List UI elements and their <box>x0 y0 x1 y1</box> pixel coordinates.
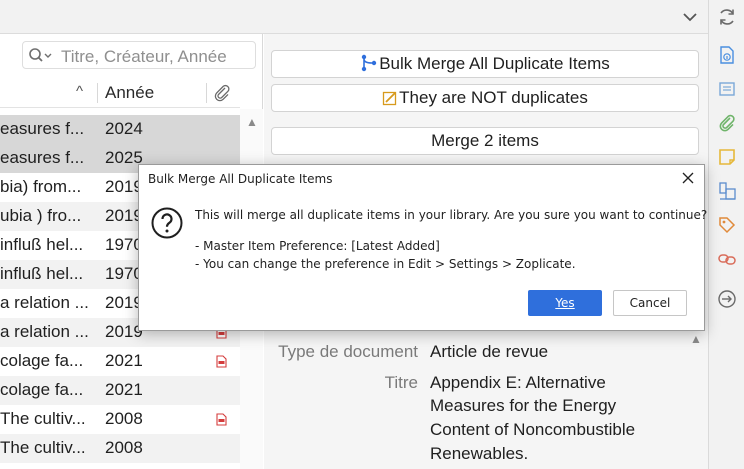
merge-items-label: Merge 2 items <box>431 131 539 150</box>
column-header[interactable]: ^ Année <box>0 78 240 108</box>
libraries-icon[interactable] <box>717 181 737 201</box>
item-row[interactable]: The cultiv... 2008 <box>0 405 240 434</box>
item-year: 2021 <box>105 380 143 399</box>
notes-icon[interactable] <box>717 147 737 167</box>
info-scrollbar[interactable]: ▲ <box>684 332 708 469</box>
item-title: colage fa... <box>0 351 84 370</box>
edit-icon <box>383 91 397 106</box>
info-icon[interactable] <box>717 45 737 65</box>
item-year: 2024 <box>105 119 143 138</box>
title-line-1[interactable]: Appendix E: Alternative <box>430 373 606 393</box>
bulk-merge-label: Bulk Merge All Duplicate Items <box>379 54 610 73</box>
item-title: influß hel... <box>0 235 84 254</box>
merge-items-button[interactable]: Merge 2 items <box>271 127 699 155</box>
scroll-up-arrow[interactable]: ▲ <box>690 332 702 346</box>
attachments-icon[interactable] <box>717 113 737 133</box>
paperclip-icon[interactable] <box>212 83 232 103</box>
item-title: colage fa... <box>0 380 84 399</box>
search-icon[interactable] <box>28 47 54 65</box>
confirm-dialog: Bulk Merge All Duplicate Items This will… <box>138 164 708 331</box>
close-icon[interactable] <box>680 170 696 186</box>
not-duplicates-button[interactable]: They are NOT duplicates <box>271 84 699 112</box>
search-field[interactable]: Titre, Créateur, Année <box>22 41 256 69</box>
pdf-icon[interactable] <box>215 413 228 426</box>
item-row[interactable]: colage fa... 2021 <box>0 376 240 405</box>
item-row[interactable]: colage fa... 2021 <box>0 347 240 376</box>
column-separator <box>97 83 98 103</box>
item-title: a relation ... <box>0 293 89 312</box>
column-separator <box>206 83 207 103</box>
sync-icon[interactable] <box>717 7 737 27</box>
item-title: a relation ... <box>0 322 89 341</box>
item-title: bia) from... <box>0 177 82 196</box>
side-navigation <box>708 0 744 469</box>
dialog-preference-line: - Master Item Preference: [Latest Added] <box>195 239 440 253</box>
related-icon[interactable] <box>717 249 737 269</box>
title-line-2[interactable]: Measures for the Energy <box>430 396 616 416</box>
item-year: 2008 <box>105 438 143 457</box>
item-title: easures f... <box>0 148 85 167</box>
item-year: 2008 <box>105 409 143 428</box>
type-field-value[interactable]: Article de revue <box>430 342 548 362</box>
pdf-icon[interactable] <box>215 355 228 368</box>
info-section: Type de document Article de revue Titre … <box>264 332 708 469</box>
dialog-message: This will merge all duplicate items in y… <box>195 208 708 222</box>
title-field-label: Titre <box>384 373 418 392</box>
item-title: The cultiv... <box>0 438 86 457</box>
bulk-merge-button[interactable]: Bulk Merge All Duplicate Items <box>271 50 699 78</box>
top-toolbar <box>0 0 708 34</box>
title-line-4[interactable]: Renewables. <box>430 444 528 464</box>
scroll-up-arrow[interactable]: ▲ <box>246 115 258 129</box>
search-placeholder: Titre, Créateur, Année <box>61 47 227 66</box>
type-field-label: Type de document <box>278 342 418 361</box>
sort-indicator[interactable]: ^ <box>76 83 83 100</box>
item-title: easures f... <box>0 119 85 138</box>
abstract-icon[interactable] <box>717 79 737 99</box>
item-title: The cultiv... <box>0 409 86 428</box>
dialog-title: Bulk Merge All Duplicate Items <box>148 172 333 186</box>
year-column-header[interactable]: Année <box>105 83 154 103</box>
chevron-down-icon[interactable] <box>680 8 700 26</box>
not-duplicates-label: They are NOT duplicates <box>399 88 588 107</box>
yes-button[interactable]: Yes <box>528 290 602 316</box>
item-year: 2021 <box>105 351 143 370</box>
tags-icon[interactable] <box>717 215 737 235</box>
merge-icon <box>362 54 377 72</box>
cancel-button[interactable]: Cancel <box>613 290 687 316</box>
dialog-hint-line: - You can change the preference in Edit … <box>195 257 576 271</box>
item-title: influß hel... <box>0 264 84 283</box>
item-row[interactable]: The cultiv... 2008 <box>0 434 240 463</box>
question-icon <box>151 207 183 239</box>
locate-icon[interactable] <box>717 289 737 309</box>
title-line-3[interactable]: Content of Noncombustible <box>430 420 635 440</box>
item-title: ubia ) fro... <box>0 206 82 225</box>
item-row[interactable]: easures f... 2024 <box>0 115 240 144</box>
